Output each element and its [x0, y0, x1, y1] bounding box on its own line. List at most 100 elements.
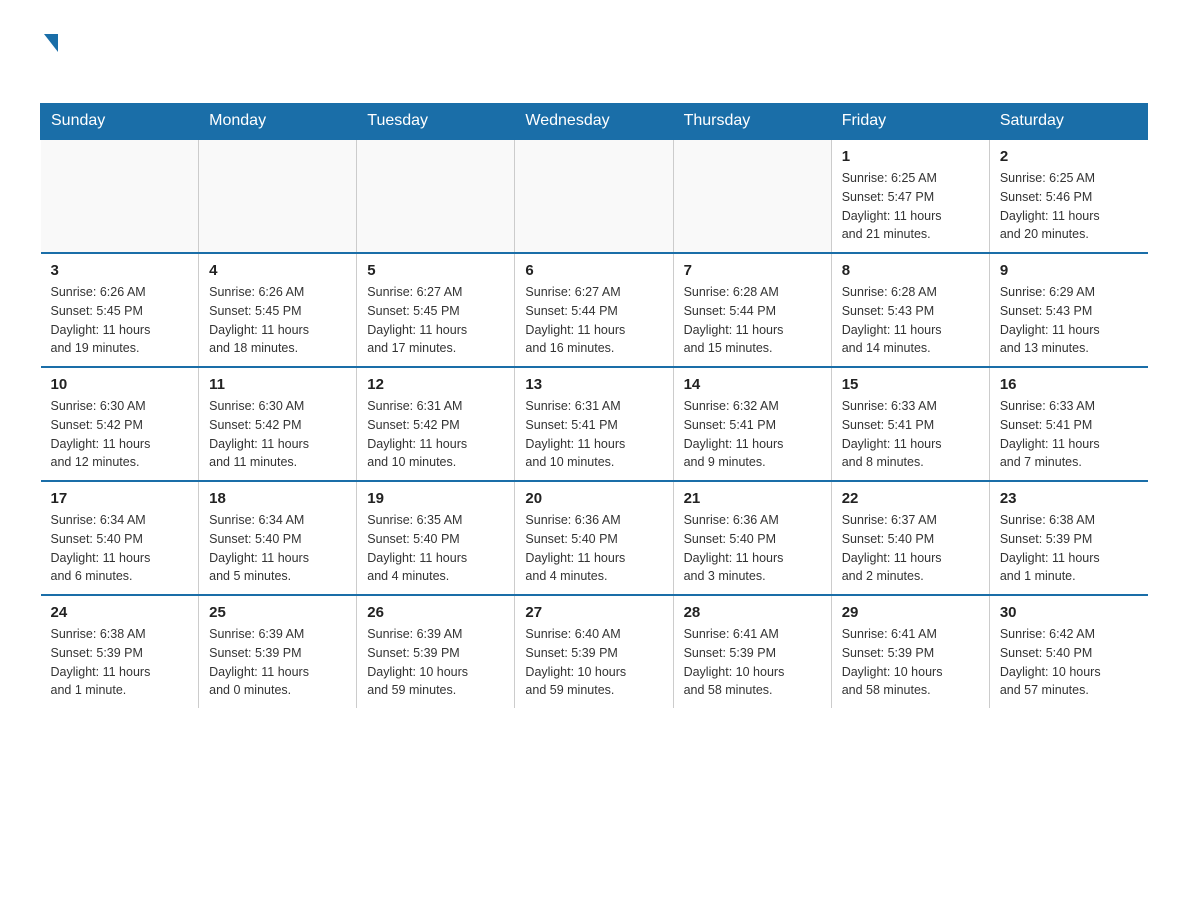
- day-info: Sunrise: 6:41 AM Sunset: 5:39 PM Dayligh…: [684, 625, 821, 700]
- weekday-header-saturday: Saturday: [989, 104, 1147, 140]
- calendar-cell: 13 Sunrise: 6:31 AM Sunset: 5:41 PM Dayli…: [515, 367, 673, 481]
- day-info: Sunrise: 6:26 AM Sunset: 5:45 PM Dayligh…: [51, 283, 189, 358]
- day-number: 13: [525, 376, 662, 393]
- day-number: 27: [525, 604, 662, 621]
- calendar-cell: 15 Sunrise: 6:33 AM Sunset: 5:41 PM Dayli…: [831, 367, 989, 481]
- calendar-cell: 22 Sunrise: 6:37 AM Sunset: 5:40 PM Dayli…: [831, 481, 989, 595]
- day-info: Sunrise: 6:37 AM Sunset: 5:40 PM Dayligh…: [842, 511, 979, 586]
- calendar-cell: 30 Sunrise: 6:42 AM Sunset: 5:40 PM Dayli…: [989, 595, 1147, 708]
- calendar-body: 1 Sunrise: 6:25 AM Sunset: 5:47 PM Daylig…: [41, 139, 1148, 708]
- calendar-cell: 11 Sunrise: 6:30 AM Sunset: 5:42 PM Dayli…: [199, 367, 357, 481]
- calendar-cell: 21Sunrise: 6:36 AM Sunset: 5:40 PM Dayli…: [673, 481, 831, 595]
- calendar-cell: 23 Sunrise: 6:38 AM Sunset: 5:39 PM Dayli…: [989, 481, 1147, 595]
- calendar-cell: [357, 139, 515, 253]
- day-number: 1: [842, 148, 979, 165]
- day-info: Sunrise: 6:30 AM Sunset: 5:42 PM Dayligh…: [209, 397, 346, 472]
- calendar-week-1: 1 Sunrise: 6:25 AM Sunset: 5:47 PM Daylig…: [41, 139, 1148, 253]
- calendar-cell: 1 Sunrise: 6:25 AM Sunset: 5:47 PM Daylig…: [831, 139, 989, 253]
- day-info: Sunrise: 6:29 AM Sunset: 5:43 PM Dayligh…: [1000, 283, 1138, 358]
- day-number: 4: [209, 262, 346, 279]
- weekday-header-monday: Monday: [199, 104, 357, 140]
- calendar-cell: 4 Sunrise: 6:26 AM Sunset: 5:45 PM Daylig…: [199, 253, 357, 367]
- calendar-header: SundayMondayTuesdayWednesdayThursdayFrid…: [41, 104, 1148, 140]
- day-info: Sunrise: 6:28 AM Sunset: 5:43 PM Dayligh…: [842, 283, 979, 358]
- calendar-cell: 17 Sunrise: 6:34 AM Sunset: 5:40 PM Dayli…: [41, 481, 199, 595]
- calendar-cell: 19 Sunrise: 6:35 AM Sunset: 5:40 PM Dayli…: [357, 481, 515, 595]
- day-info: Sunrise: 6:34 AM Sunset: 5:40 PM Dayligh…: [209, 511, 346, 586]
- day-number: 11: [209, 376, 346, 393]
- weekday-header-thursday: Thursday: [673, 104, 831, 140]
- day-info: Sunrise: 6:42 AM Sunset: 5:40 PM Dayligh…: [1000, 625, 1138, 700]
- calendar-cell: [673, 139, 831, 253]
- day-number: 6: [525, 262, 662, 279]
- day-number: 16: [1000, 376, 1138, 393]
- day-number: 23: [1000, 490, 1138, 507]
- day-info: Sunrise: 6:40 AM Sunset: 5:39 PM Dayligh…: [525, 625, 662, 700]
- weekday-header-sunday: Sunday: [41, 104, 199, 140]
- calendar-cell: 8 Sunrise: 6:28 AM Sunset: 5:43 PM Daylig…: [831, 253, 989, 367]
- day-info: Sunrise: 6:38 AM Sunset: 5:39 PM Dayligh…: [1000, 511, 1138, 586]
- day-info: Sunrise: 6:27 AM Sunset: 5:45 PM Dayligh…: [367, 283, 504, 358]
- day-info: Sunrise: 6:36 AM Sunset: 5:40 PM Dayligh…: [525, 511, 662, 586]
- calendar-cell: 18 Sunrise: 6:34 AM Sunset: 5:40 PM Dayli…: [199, 481, 357, 595]
- day-number: 17: [51, 490, 189, 507]
- day-info: Sunrise: 6:41 AM Sunset: 5:39 PM Dayligh…: [842, 625, 979, 700]
- logo: Gener: [40, 30, 117, 83]
- calendar-cell: 20 Sunrise: 6:36 AM Sunset: 5:40 PM Dayli…: [515, 481, 673, 595]
- day-info: Sunrise: 6:33 AM Sunset: 5:41 PM Dayligh…: [1000, 397, 1138, 472]
- calendar-cell: [199, 139, 357, 253]
- calendar-cell: 24Sunrise: 6:38 AM Sunset: 5:39 PM Dayli…: [41, 595, 199, 708]
- calendar-table: SundayMondayTuesdayWednesdayThursdayFrid…: [40, 103, 1148, 708]
- weekday-header-tuesday: Tuesday: [357, 104, 515, 140]
- calendar-cell: 9 Sunrise: 6:29 AM Sunset: 5:43 PM Daylig…: [989, 253, 1147, 367]
- day-number: 18: [209, 490, 346, 507]
- calendar-cell: [41, 139, 199, 253]
- day-number: 28: [684, 604, 821, 621]
- day-info: Sunrise: 6:38 AM Sunset: 5:39 PM Dayligh…: [51, 625, 189, 700]
- day-info: Sunrise: 6:25 AM Sunset: 5:47 PM Dayligh…: [842, 169, 979, 244]
- day-number: 30: [1000, 604, 1138, 621]
- day-number: 15: [842, 376, 979, 393]
- day-number: 2: [1000, 148, 1138, 165]
- day-info: Sunrise: 6:34 AM Sunset: 5:40 PM Dayligh…: [51, 511, 189, 586]
- page-header: Gener: [40, 30, 1148, 83]
- weekday-header-friday: Friday: [831, 104, 989, 140]
- calendar-cell: 6 Sunrise: 6:27 AM Sunset: 5:44 PM Daylig…: [515, 253, 673, 367]
- day-info: Sunrise: 6:31 AM Sunset: 5:42 PM Dayligh…: [367, 397, 504, 472]
- calendar-week-3: 10 Sunrise: 6:30 AM Sunset: 5:42 PM Dayli…: [41, 367, 1148, 481]
- day-number: 10: [51, 376, 189, 393]
- calendar-cell: 2Sunrise: 6:25 AM Sunset: 5:46 PM Daylig…: [989, 139, 1147, 253]
- day-info: Sunrise: 6:36 AM Sunset: 5:40 PM Dayligh…: [684, 511, 821, 586]
- day-info: Sunrise: 6:39 AM Sunset: 5:39 PM Dayligh…: [209, 625, 346, 700]
- day-number: 22: [842, 490, 979, 507]
- calendar-cell: 12Sunrise: 6:31 AM Sunset: 5:42 PM Dayli…: [357, 367, 515, 481]
- day-info: Sunrise: 6:27 AM Sunset: 5:44 PM Dayligh…: [525, 283, 662, 358]
- day-info: Sunrise: 6:35 AM Sunset: 5:40 PM Dayligh…: [367, 511, 504, 586]
- weekday-header-wednesday: Wednesday: [515, 104, 673, 140]
- day-number: 14: [684, 376, 821, 393]
- day-info: Sunrise: 6:26 AM Sunset: 5:45 PM Dayligh…: [209, 283, 346, 358]
- day-info: Sunrise: 6:28 AM Sunset: 5:44 PM Dayligh…: [684, 283, 821, 358]
- day-info: Sunrise: 6:32 AM Sunset: 5:41 PM Dayligh…: [684, 397, 821, 472]
- day-number: 9: [1000, 262, 1138, 279]
- day-number: 29: [842, 604, 979, 621]
- day-number: 7: [684, 262, 821, 279]
- calendar-cell: 26 Sunrise: 6:39 AM Sunset: 5:39 PM Dayli…: [357, 595, 515, 708]
- day-info: Sunrise: 6:39 AM Sunset: 5:39 PM Dayligh…: [367, 625, 504, 700]
- calendar-week-2: 3Sunrise: 6:26 AM Sunset: 5:45 PM Daylig…: [41, 253, 1148, 367]
- day-number: 26: [367, 604, 504, 621]
- day-info: Sunrise: 6:33 AM Sunset: 5:41 PM Dayligh…: [842, 397, 979, 472]
- day-number: 8: [842, 262, 979, 279]
- calendar-cell: 28 Sunrise: 6:41 AM Sunset: 5:39 PM Dayli…: [673, 595, 831, 708]
- calendar-cell: 7 Sunrise: 6:28 AM Sunset: 5:44 PM Daylig…: [673, 253, 831, 367]
- day-number: 20: [525, 490, 662, 507]
- logo-arrow-icon: [44, 34, 58, 52]
- calendar-week-5: 24Sunrise: 6:38 AM Sunset: 5:39 PM Dayli…: [41, 595, 1148, 708]
- calendar-cell: 3Sunrise: 6:26 AM Sunset: 5:45 PM Daylig…: [41, 253, 199, 367]
- day-info: Sunrise: 6:31 AM Sunset: 5:41 PM Dayligh…: [525, 397, 662, 472]
- calendar-week-4: 17 Sunrise: 6:34 AM Sunset: 5:40 PM Dayli…: [41, 481, 1148, 595]
- day-number: 19: [367, 490, 504, 507]
- calendar-cell: 27 Sunrise: 6:40 AM Sunset: 5:39 PM Dayli…: [515, 595, 673, 708]
- day-number: 25: [209, 604, 346, 621]
- calendar-cell: 29 Sunrise: 6:41 AM Sunset: 5:39 PM Dayli…: [831, 595, 989, 708]
